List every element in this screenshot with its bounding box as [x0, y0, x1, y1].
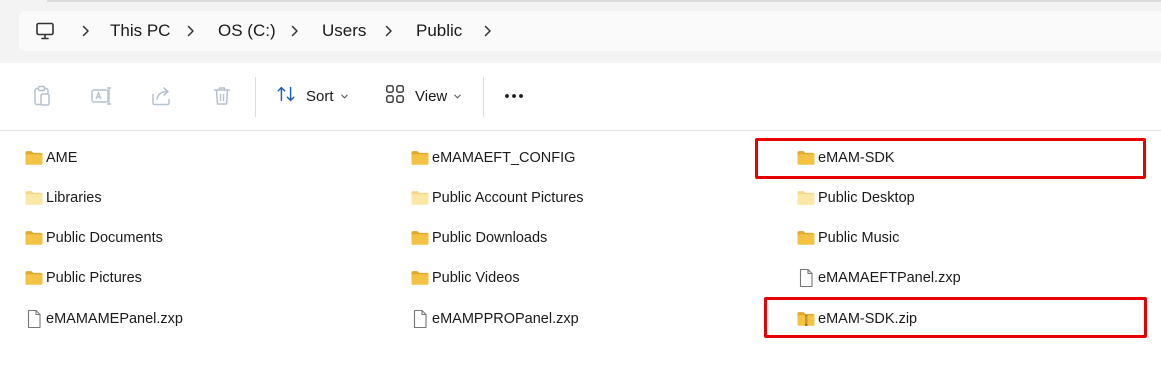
folder-icon [410, 188, 430, 208]
toolbar-divider [483, 77, 484, 117]
item-name: Public Music [818, 230, 900, 246]
item-name: Public Documents [46, 230, 163, 246]
sort-label: Sort [306, 87, 334, 105]
folder-item[interactable]: Public Downloads [410, 226, 547, 250]
chevron-right-icon[interactable] [287, 23, 303, 39]
folder-item[interactable]: Public Pictures [24, 266, 142, 290]
folder-item[interactable]: Public Account Pictures [410, 186, 584, 210]
folder-icon [24, 148, 44, 168]
folder-icon [796, 188, 816, 208]
delete-icon[interactable] [210, 84, 234, 108]
window-edge-line [47, 0, 1161, 2]
item-name: Public Desktop [818, 190, 915, 206]
item-name: Public Pictures [46, 270, 142, 286]
item-name: eMAMAEFTPanel.zxp [818, 270, 961, 286]
more-icon[interactable] [502, 84, 526, 108]
sort-icon [275, 83, 297, 109]
item-name: Public Videos [432, 270, 520, 286]
chevron-down-icon [340, 88, 349, 105]
file-item[interactable]: eMAMAMEPanel.zxp [24, 307, 183, 331]
toolbar-divider [255, 77, 256, 117]
folder-icon [24, 228, 44, 248]
item-name: eMAMAEFT_CONFIG [432, 150, 576, 166]
file-icon [796, 268, 816, 288]
breadcrumb-users[interactable]: Users [322, 11, 366, 51]
item-name: Libraries [46, 190, 102, 206]
view-icon [384, 83, 406, 109]
command-bar: Sort View [0, 63, 1161, 131]
file-item[interactable]: eMAMPPROPanel.zxp [410, 307, 579, 331]
folder-item[interactable]: AME [24, 146, 77, 170]
chevron-right-icon[interactable] [78, 23, 94, 39]
folder-item[interactable]: eMAMAEFT_CONFIG [410, 146, 575, 170]
item-name: eMAMAMEPanel.zxp [46, 311, 183, 327]
share-icon[interactable] [149, 84, 173, 108]
folder-item[interactable]: Libraries [24, 186, 102, 210]
view-label: View [415, 87, 448, 105]
folder-icon [410, 148, 430, 168]
folder-item[interactable]: Public Desktop [796, 186, 915, 210]
navigation-bar: This PC OS (C:) Users Public [0, 0, 1161, 63]
view-button[interactable]: View [384, 83, 462, 109]
file-icon [410, 309, 430, 329]
paste-icon[interactable] [30, 84, 54, 108]
item-name: AME [46, 150, 78, 166]
folder-item[interactable]: Public Videos [410, 266, 520, 290]
file-icon [24, 309, 44, 329]
item-name: eMAMPPROPanel.zxp [432, 311, 579, 327]
folder-icon [24, 268, 44, 288]
folder-icon [796, 228, 816, 248]
sort-button[interactable]: Sort [275, 83, 349, 109]
folder-item[interactable]: Public Music [796, 226, 899, 250]
chevron-down-icon [453, 88, 462, 105]
chevron-right-icon[interactable] [183, 23, 199, 39]
chevron-right-icon[interactable] [381, 23, 397, 39]
item-name: Public Account Pictures [432, 190, 584, 206]
computer-icon[interactable] [35, 21, 55, 41]
breadcrumb-this-pc[interactable]: This PC [110, 11, 170, 51]
rename-icon[interactable] [89, 84, 113, 108]
folder-item[interactable]: Public Documents [24, 226, 163, 250]
address-bar[interactable]: This PC OS (C:) Users Public [19, 11, 1161, 51]
folder-icon [410, 268, 430, 288]
chevron-right-icon[interactable] [480, 23, 496, 39]
item-name: Public Downloads [432, 230, 548, 246]
file-item[interactable]: eMAMAEFTPanel.zxp [796, 266, 961, 290]
breadcrumb-os-c[interactable]: OS (C:) [218, 11, 276, 51]
highlight-box [764, 297, 1147, 338]
breadcrumb-public[interactable]: Public [416, 11, 462, 51]
folder-icon [410, 228, 430, 248]
highlight-box [755, 138, 1146, 179]
folder-icon [24, 188, 44, 208]
